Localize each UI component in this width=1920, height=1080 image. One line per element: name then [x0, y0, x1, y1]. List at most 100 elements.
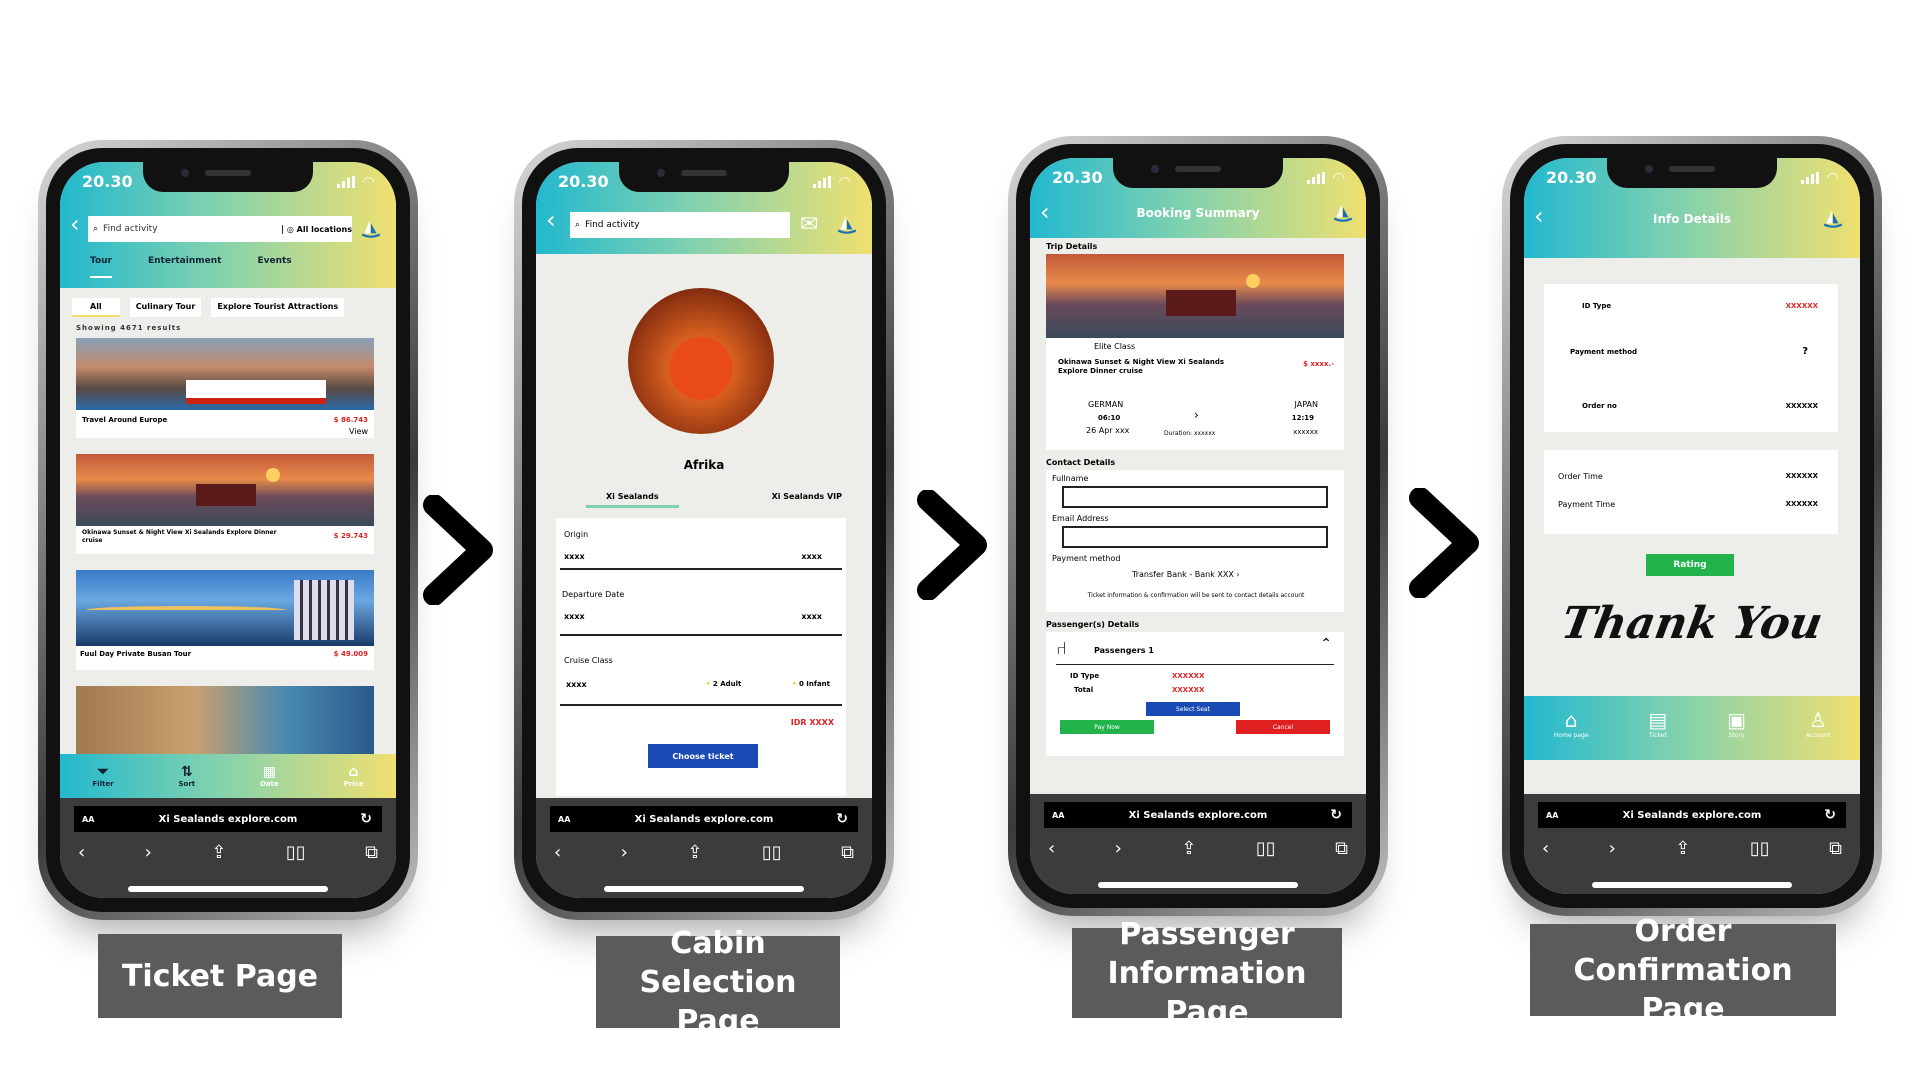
- payment-method-select[interactable]: Transfer Bank - Bank XXX ›: [1132, 570, 1240, 579]
- thank-you-text: Thank You: [1557, 598, 1827, 649]
- forward-nav-icon[interactable]: ›: [1609, 838, 1616, 859]
- tab-entertainment[interactable]: Entertainment: [148, 256, 221, 278]
- back-nav-icon[interactable]: ‹: [78, 842, 85, 863]
- nav-story[interactable]: ▣ Story: [1727, 708, 1746, 739]
- chip-explore[interactable]: Explore Tourist Attractions: [211, 298, 345, 317]
- divider: [560, 634, 842, 636]
- back-nav-icon[interactable]: ‹: [1048, 838, 1055, 859]
- rating-button[interactable]: Rating: [1646, 554, 1734, 576]
- back-nav-icon[interactable]: ‹: [554, 842, 561, 863]
- email-input[interactable]: [1062, 526, 1328, 548]
- infant-count[interactable]: • 0 Infant: [792, 680, 830, 688]
- bookmarks-icon[interactable]: ▯▯: [1750, 838, 1770, 859]
- location-filter[interactable]: ◎ All locations: [281, 224, 352, 234]
- address-bar[interactable]: AA Xi Sealands explore.com ↻: [1538, 802, 1846, 828]
- id-type-label: ID Type: [1582, 302, 1612, 310]
- forward-nav-icon[interactable]: ›: [145, 842, 152, 863]
- divider: [560, 704, 842, 706]
- home-indicator: [1592, 882, 1792, 888]
- tour-card[interactable]: Fuul Day Private Busan Tour $ 49.009: [76, 570, 374, 670]
- price-button[interactable]: ⌂ Price: [344, 764, 364, 788]
- cruise-class-value[interactable]: xxxx: [566, 680, 587, 689]
- reload-icon[interactable]: ↻: [836, 811, 848, 827]
- tab-xi-sealands-vip[interactable]: Xi Sealands VIP: [772, 492, 842, 508]
- date-label: Date: [260, 780, 279, 788]
- back-nav-icon[interactable]: ‹: [1542, 838, 1549, 859]
- chevron-right-icon: [423, 495, 493, 605]
- story-icon: ▣: [1727, 708, 1746, 732]
- tab-tour[interactable]: Tour: [90, 256, 112, 278]
- forward-nav-icon[interactable]: ›: [1115, 838, 1122, 859]
- reload-icon[interactable]: ↻: [360, 811, 372, 827]
- text-size-button[interactable]: AA: [1052, 811, 1064, 820]
- departure-value[interactable]: xxxx: [564, 612, 585, 621]
- share-icon[interactable]: ⇪: [1181, 838, 1196, 859]
- wifi-icon: ◠: [363, 174, 374, 190]
- share-icon[interactable]: ⇪: [1675, 838, 1690, 859]
- sort-icon: ⇅: [180, 764, 193, 780]
- select-seat-button[interactable]: Select Seat: [1146, 702, 1240, 716]
- chevron-right-icon: [917, 490, 987, 600]
- view-link[interactable]: View: [349, 427, 368, 436]
- infant-label: 0 Infant: [799, 680, 830, 688]
- tabs-icon[interactable]: ⧉: [841, 842, 854, 863]
- boat-logo-icon: [837, 216, 857, 234]
- date-button[interactable]: ▦ Date: [260, 764, 279, 788]
- tab-xi-sealands[interactable]: Xi Sealands: [586, 492, 679, 508]
- tour-card[interactable]: Travel Around Europe $ 86.743 View: [76, 338, 374, 438]
- url-text: Xi Sealands explore.com: [1622, 809, 1762, 821]
- bookmarks-icon[interactable]: ▯▯: [286, 842, 306, 863]
- home-indicator: [128, 886, 328, 892]
- order-time-card: Order Time XXXXXX Payment Time XXXXXX: [1544, 450, 1838, 534]
- forward-nav-icon[interactable]: ›: [621, 842, 628, 863]
- wifi-icon: ◠: [1827, 170, 1838, 186]
- tabs-icon[interactable]: ⧉: [1829, 838, 1842, 859]
- tab-events[interactable]: Events: [257, 256, 291, 278]
- back-icon[interactable]: ‹: [70, 210, 80, 238]
- search-icon: ⌕: [575, 220, 581, 230]
- nav-account[interactable]: ♙ Account: [1806, 708, 1830, 739]
- mail-icon[interactable]: ✉: [800, 212, 818, 237]
- search-bar[interactable]: ⌕ Find activity ◎ All locations: [88, 216, 352, 242]
- search-input[interactable]: Find activity: [585, 220, 639, 230]
- text-size-button[interactable]: AA: [558, 815, 570, 824]
- search-input[interactable]: Find activity: [103, 224, 282, 234]
- bookmarks-icon[interactable]: ▯▯: [1256, 838, 1276, 859]
- tabs-icon[interactable]: ⧉: [1335, 838, 1348, 859]
- nav-home[interactable]: ⌂ Home page: [1554, 708, 1589, 739]
- sort-button[interactable]: ⇅ Sort: [179, 764, 196, 788]
- collapse-icon[interactable]: ⌃: [1320, 636, 1332, 652]
- back-icon[interactable]: ‹: [546, 206, 556, 234]
- tabs-icon[interactable]: ⧉: [365, 842, 378, 863]
- address-bar[interactable]: AA Xi Sealands explore.com ↻: [550, 806, 858, 832]
- share-icon[interactable]: ⇪: [687, 842, 702, 863]
- nav-ticket[interactable]: ▤ Ticket: [1648, 708, 1667, 739]
- origin-value[interactable]: xxxx: [564, 552, 585, 561]
- fullname-input[interactable]: [1062, 486, 1328, 508]
- text-size-button[interactable]: AA: [1546, 811, 1558, 820]
- filter-button[interactable]: ⏷ Filter: [92, 764, 113, 788]
- bookmarks-icon[interactable]: ▯▯: [762, 842, 782, 863]
- reload-icon[interactable]: ↻: [1824, 807, 1836, 823]
- arrival-date: xxxxxx: [1293, 428, 1318, 436]
- chip-culinary[interactable]: Culinary Tour: [129, 298, 202, 317]
- calendar-icon: ▦: [262, 764, 276, 780]
- tour-card[interactable]: Okinawa Sunset & Night View Xi Sealands …: [76, 454, 374, 554]
- address-bar[interactable]: AA Xi Sealands explore.com ↻: [1044, 802, 1352, 828]
- cancel-button[interactable]: Cancel: [1236, 720, 1330, 734]
- text-size-button[interactable]: AA: [82, 815, 94, 824]
- choose-ticket-button[interactable]: Choose ticket: [648, 744, 758, 768]
- pay-now-button[interactable]: Pay Now: [1060, 720, 1154, 734]
- search-bar[interactable]: ⌕ Find activity: [570, 212, 790, 238]
- chip-all[interactable]: All: [72, 298, 120, 317]
- id-type-value: XXXXXX: [1172, 672, 1205, 680]
- screen: 20.30 ◠ ‹ Info Details ID Type XXXXXX Pa…: [1524, 158, 1860, 894]
- reload-icon[interactable]: ↻: [1330, 807, 1342, 823]
- nav-home-label: Home page: [1553, 732, 1589, 739]
- fullname-label: Fullname: [1052, 474, 1089, 483]
- departure-time: 06:10: [1098, 414, 1121, 422]
- adult-count[interactable]: • 2 Adult: [706, 680, 741, 688]
- share-icon[interactable]: ⇪: [211, 842, 226, 863]
- id-type-label: ID Type: [1070, 672, 1100, 680]
- address-bar[interactable]: AA Xi Sealands explore.com ↻: [74, 806, 382, 832]
